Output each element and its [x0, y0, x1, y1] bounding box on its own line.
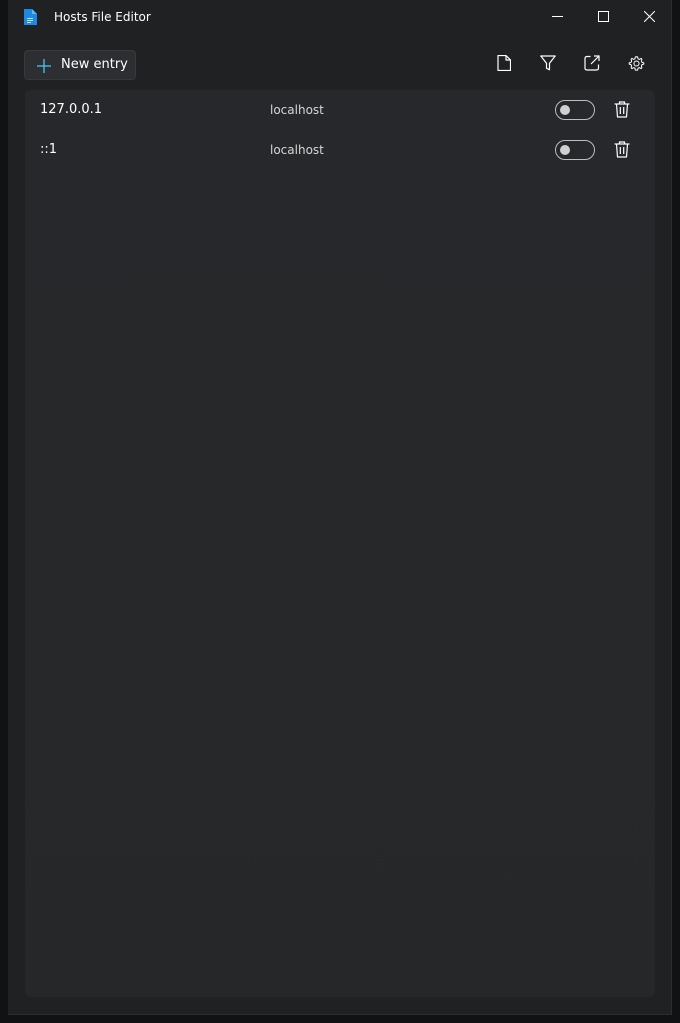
list-item[interactable]: ::1 localhost	[25, 130, 655, 170]
open-external-icon	[584, 55, 600, 75]
filter-button[interactable]	[534, 51, 562, 79]
plus-icon	[37, 58, 51, 73]
filter-icon	[540, 55, 556, 75]
app-title: Hosts File Editor	[54, 10, 151, 24]
entry-host: localhost	[270, 103, 324, 117]
close-icon	[643, 7, 655, 26]
entry-enabled-toggle[interactable]	[555, 140, 595, 160]
maximize-icon	[597, 7, 609, 26]
new-entry-label: New entry	[61, 57, 128, 72]
entry-address: 127.0.0.1	[40, 102, 103, 117]
minimize-icon	[551, 7, 563, 26]
open-hosts-file-button[interactable]	[490, 51, 518, 79]
open-external-button[interactable]	[578, 51, 606, 79]
list-item[interactable]: 127.0.0.1 localhost	[25, 90, 655, 130]
minimize-button[interactable]	[534, 0, 580, 32]
entry-enabled-toggle[interactable]	[555, 100, 595, 120]
document-blue-icon	[23, 9, 37, 25]
app-window: Hosts File Editor New entry 127.0.0.1 lo…	[8, 0, 672, 1015]
delete-entry-button[interactable]	[611, 100, 633, 122]
entry-host: localhost	[270, 143, 324, 157]
toggle-knob	[560, 105, 570, 115]
new-entry-button[interactable]: New entry	[24, 50, 136, 80]
maximize-button[interactable]	[580, 0, 626, 32]
gear-icon	[628, 55, 645, 76]
settings-button[interactable]	[622, 51, 650, 79]
entries-list: 127.0.0.1 localhost ::1 localhost	[25, 90, 655, 997]
entry-address: ::1	[40, 142, 58, 157]
file-icon	[497, 54, 512, 75]
trash-icon	[614, 140, 630, 162]
title-bar[interactable]: Hosts File Editor	[8, 0, 671, 34]
delete-entry-button[interactable]	[611, 140, 633, 162]
toggle-knob	[560, 145, 570, 155]
close-button[interactable]	[626, 0, 671, 32]
trash-icon	[614, 100, 630, 122]
